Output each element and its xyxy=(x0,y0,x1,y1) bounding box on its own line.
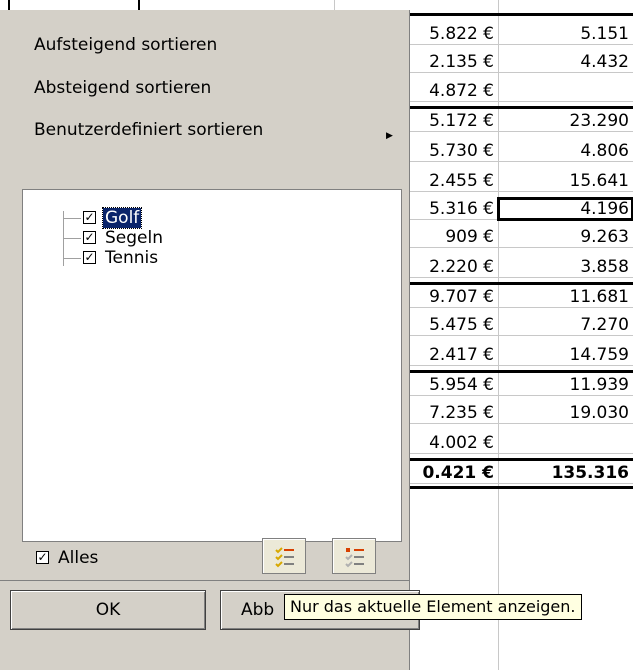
amount-cell[interactable]: 2.135 € xyxy=(406,51,498,73)
filter-value-list[interactable]: ✓ Golf ✓ Segeln ✓ Tennis xyxy=(22,189,402,542)
value-cell[interactable]: 14.759 xyxy=(498,344,633,366)
group-border xyxy=(406,282,633,285)
table-row[interactable]: 9.707 € 11.681 xyxy=(406,286,633,309)
table-row[interactable]: 5.954 € 11.939 xyxy=(406,374,633,397)
amount-cell[interactable]: 2.220 € xyxy=(406,256,498,278)
selected-cell[interactable]: 4.196 xyxy=(497,197,633,221)
amount-cell[interactable]: 2.417 € xyxy=(406,344,498,366)
value-cell[interactable] xyxy=(498,80,633,102)
value-cell[interactable]: 3.858 xyxy=(498,256,633,278)
amount-cell[interactable]: 5.822 € xyxy=(406,23,498,45)
tree-connector xyxy=(63,258,81,259)
value-cell[interactable]: 4.432 xyxy=(498,51,633,73)
value-cell[interactable]: 19.030 xyxy=(498,402,633,424)
show-current-only-icon xyxy=(345,548,364,568)
value-cell[interactable]: 4.806 xyxy=(498,140,633,162)
value-cell[interactable]: 15.641 xyxy=(498,170,633,192)
checkbox[interactable]: ✓ xyxy=(83,251,96,264)
select-all-label: Alles xyxy=(58,548,99,568)
value-cell[interactable]: 23.290 xyxy=(498,110,633,132)
group-border xyxy=(406,13,633,16)
ok-button[interactable]: OK xyxy=(10,590,206,630)
table-row[interactable]: 4.872 € xyxy=(406,80,633,103)
table-row[interactable]: 5.316 € 4.196 xyxy=(406,197,633,221)
submenu-arrow-icon: ▶ xyxy=(386,131,393,141)
tree-connector xyxy=(63,218,81,219)
amount-cell[interactable]: 5.172 € xyxy=(406,110,498,132)
value-cell[interactable]: 9.263 xyxy=(498,226,633,248)
show-all-button[interactable] xyxy=(262,538,306,574)
table-row[interactable]: 5.822 € 5.151 xyxy=(406,23,633,46)
checkbox[interactable]: ✓ xyxy=(83,211,96,224)
amount-cell[interactable]: 5.730 € xyxy=(406,140,498,162)
amount-cell[interactable]: 5.954 € xyxy=(406,374,498,396)
select-all-checkbox[interactable]: ✓ xyxy=(36,551,49,564)
checkbox[interactable]: ✓ xyxy=(83,231,96,244)
table-row[interactable]: 5.172 € 23.290 xyxy=(406,110,633,133)
value-cell[interactable]: 5.151 xyxy=(498,23,633,45)
divider xyxy=(0,580,409,581)
amount-cell[interactable]: 4.872 € xyxy=(406,80,498,102)
group-border xyxy=(406,370,633,373)
group-border xyxy=(406,106,633,109)
total-value-cell[interactable]: 135.316 xyxy=(498,462,633,484)
show-current-only-button[interactable] xyxy=(332,538,376,574)
value-cell[interactable]: 11.939 xyxy=(498,374,633,396)
amount-cell[interactable]: 9.707 € xyxy=(406,286,498,308)
autofilter-popup: Aufsteigend sortieren Absteigend sortier… xyxy=(0,10,410,670)
amount-cell[interactable]: 7.235 € xyxy=(406,402,498,424)
filter-item-label: Segeln xyxy=(105,228,163,248)
filter-item-label: Golf xyxy=(101,207,143,229)
amount-cell[interactable]: 5.475 € xyxy=(406,314,498,336)
value-cell[interactable]: 7.270 xyxy=(498,314,633,336)
group-border xyxy=(406,458,633,461)
sort-ascending-item[interactable]: Aufsteigend sortieren xyxy=(34,35,217,55)
show-all-icon xyxy=(275,547,294,568)
amount-cell[interactable]: 2.455 € xyxy=(406,170,498,192)
value-cell[interactable]: 11.681 xyxy=(498,286,633,308)
total-row[interactable]: 0.421 € 135.316 xyxy=(406,462,633,485)
table-row[interactable]: 909 € 9.263 xyxy=(406,226,633,249)
table-row[interactable]: 2.135 € 4.432 xyxy=(406,51,633,74)
table-row[interactable]: 2.417 € 14.759 xyxy=(406,344,633,367)
table-row[interactable]: 2.220 € 3.858 xyxy=(406,256,633,279)
total-amount-cell[interactable]: 0.421 € xyxy=(406,462,498,484)
group-border xyxy=(406,486,633,489)
table-row[interactable]: 5.730 € 4.806 xyxy=(406,140,633,163)
tree-connector xyxy=(63,238,81,239)
amount-cell[interactable]: 4.002 € xyxy=(406,432,498,454)
value-cell[interactable] xyxy=(498,432,633,454)
table-row[interactable]: 2.455 € 15.641 xyxy=(406,170,633,193)
table-row[interactable]: 5.475 € 7.270 xyxy=(406,314,633,337)
sort-descending-item[interactable]: Absteigend sortieren xyxy=(34,78,211,98)
filter-item-label: Tennis xyxy=(105,248,159,268)
amount-cell[interactable]: 909 € xyxy=(406,226,498,248)
tooltip: Nur das aktuelle Element anzeigen. xyxy=(284,594,582,620)
table-row[interactable]: 7.235 € 19.030 xyxy=(406,402,633,425)
amount-cell[interactable]: 5.316 € xyxy=(406,198,498,220)
sort-custom-item[interactable]: Benutzerdefiniert sortieren xyxy=(34,120,263,140)
table-row[interactable]: 4.002 € xyxy=(406,432,633,455)
